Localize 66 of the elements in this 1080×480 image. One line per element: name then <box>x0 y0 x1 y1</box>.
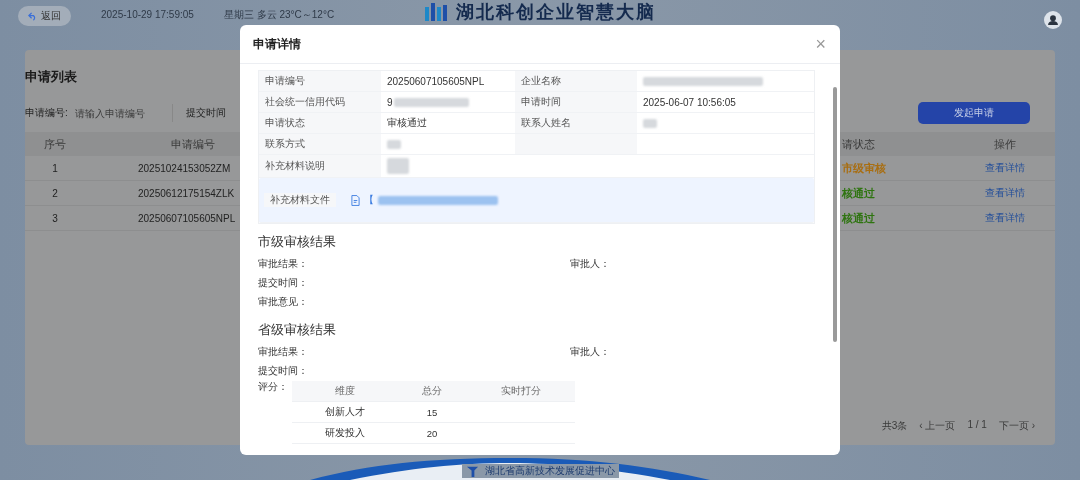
table-cell: 2 <box>52 187 58 199</box>
total-count: 共3条 <box>881 419 908 433</box>
column-header: 请状态 <box>842 136 875 152</box>
field-label: 联系人姓名 <box>515 113 637 133</box>
dialog-title: 申请详情 <box>253 35 301 53</box>
field-label: 提交时间： <box>258 277 308 290</box>
file-name: 【 <box>364 193 374 207</box>
section-title: 省级审核结果 <box>258 321 337 339</box>
column-header: 操作 <box>994 136 1016 152</box>
org-logo-icon <box>465 464 479 478</box>
section-title: 市级审核结果 <box>258 233 337 251</box>
column-header: 序号 <box>44 136 66 152</box>
return-arrow-icon <box>28 11 37 21</box>
date-time: 2025-10-29 17:59:05 <box>101 9 194 21</box>
status-text: 核通过 <box>842 210 875 226</box>
field-label: 审批意见： <box>258 296 308 309</box>
table-cell-text: 20 <box>425 427 439 439</box>
field-label: 审批结果： <box>258 346 308 359</box>
field-label: 补充材料文件 <box>264 193 336 207</box>
table-cell-text: 15 <box>425 406 439 418</box>
organization-name: 湖北省高新技术发展促进中心 <box>484 464 615 478</box>
field-label: 申请状态 <box>259 113 381 133</box>
page-indicator: 1 / 1 <box>967 419 987 432</box>
column-header: 申请编号 <box>170 136 215 152</box>
field-value: 审核通过 <box>387 116 427 130</box>
field-label: 社会统一信用代码 <box>259 92 381 112</box>
create-application-button[interactable]: 发起申请 <box>918 102 1030 124</box>
status-text: 核通过 <box>842 185 875 201</box>
view-details-link[interactable]: 查看详情 <box>985 161 1025 175</box>
column-header: 维度 <box>333 384 356 398</box>
back-button[interactable]: 返回 <box>18 6 71 26</box>
view-details-link[interactable]: 查看详情 <box>985 186 1025 200</box>
table-cell-text: 创新人才 <box>323 405 366 419</box>
field-label: 申请编号 <box>259 71 381 91</box>
column-header: 总分 <box>421 384 443 398</box>
table-cell: 20250607105605NPL <box>138 212 236 224</box>
scrollbar[interactable] <box>833 87 837 342</box>
table-cell-text: 研发投入 <box>323 426 366 440</box>
application-number-field[interactable]: 请输入申请编号 <box>72 104 173 122</box>
close-button[interactable]: × <box>811 35 830 53</box>
field-label: 补充材料说明 <box>259 155 381 177</box>
filter-label: 申请编号: <box>25 106 68 120</box>
column-header: 实时打分 <box>500 384 542 398</box>
view-details-link[interactable]: 查看详情 <box>985 211 1025 225</box>
field-value: 9 <box>387 96 393 108</box>
table-cell: 3 <box>52 212 58 224</box>
field-label: 企业名称 <box>515 71 637 91</box>
field-value: 20250607105605NPL <box>387 75 485 87</box>
field-value: 2025-06-07 10:56:05 <box>643 96 736 108</box>
weather-text: 星期三 多云 23°C～12°C <box>223 9 335 21</box>
user-avatar-icon[interactable] <box>1044 11 1062 29</box>
status-text: 市级审核 <box>842 160 886 176</box>
field-label: 审批结果： <box>258 258 308 271</box>
table-cell: 20251024153052ZM <box>138 162 231 174</box>
app-title: 湖北科创企业智慧大脑 <box>456 2 657 23</box>
field-label: 提交时间： <box>258 365 308 378</box>
field-label: 申请时间 <box>515 92 637 112</box>
field-label: 审批人： <box>570 346 610 359</box>
document-icon <box>351 194 360 206</box>
field-label: 审批人： <box>570 258 610 271</box>
filter-label: 提交时间 <box>185 106 226 120</box>
table-cell: 1 <box>52 162 58 174</box>
list-title: 申请列表 <box>25 68 77 86</box>
table-cell: 20250612175154ZLK <box>138 187 235 199</box>
field-label: 评分： <box>258 381 288 394</box>
field-label: 联系方式 <box>259 134 381 154</box>
